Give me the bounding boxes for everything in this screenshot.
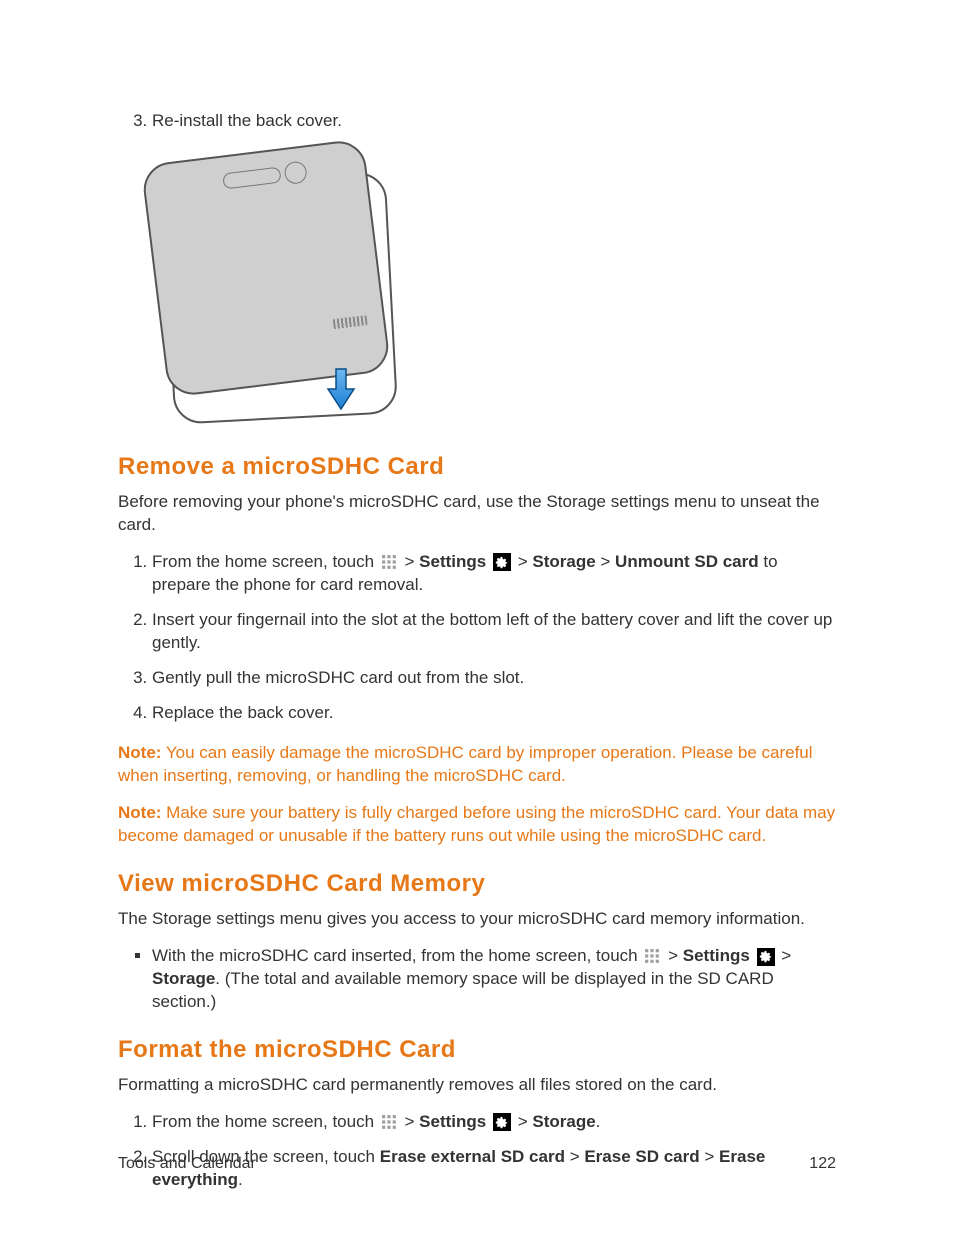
remove-steps-list: From the home screen, touch > Settings >… <box>118 551 836 725</box>
note-label: Note: <box>118 743 161 762</box>
text: > <box>405 552 420 571</box>
text: From the home screen, touch <box>152 1112 379 1131</box>
footer-page-number: 122 <box>809 1155 836 1173</box>
settings-icon <box>757 948 775 966</box>
paragraph: Before removing your phone's microSDHC c… <box>118 491 836 537</box>
list-item: With the microSDHC card inserted, from t… <box>152 945 836 1014</box>
paragraph: The Storage settings menu gives you acce… <box>118 908 836 931</box>
text-bold: Unmount SD card <box>615 552 759 571</box>
top-ordered-list: Re-install the back cover. <box>118 110 836 133</box>
note-text: Make sure your battery is fully charged … <box>118 803 835 845</box>
note-text: You can easily damage the microSDHC card… <box>118 743 813 785</box>
list-item: Re-install the back cover. <box>152 110 836 133</box>
cover-slot-icon <box>333 315 368 329</box>
text: . (The total and available memory space … <box>152 969 774 1011</box>
view-memory-list: With the microSDHC card inserted, from t… <box>118 945 836 1014</box>
apps-grid-icon <box>381 1114 398 1131</box>
apps-grid-icon <box>381 554 398 571</box>
footer-section-name: Tools and Calendar <box>118 1155 256 1173</box>
text-bold: Settings <box>419 1112 486 1131</box>
heading-remove-microsdhc: Remove a microSDHC Card <box>118 453 836 481</box>
format-steps-list: From the home screen, touch > Settings >… <box>118 1111 836 1192</box>
text: > <box>405 1112 420 1131</box>
list-item: Insert your fingernail into the slot at … <box>152 609 836 655</box>
paragraph: Formatting a microSDHC card permanently … <box>118 1074 836 1097</box>
page-footer: Tools and Calendar 122 <box>118 1155 836 1173</box>
heading-format-card: Format the microSDHC Card <box>118 1036 836 1064</box>
apps-grid-icon <box>644 948 661 965</box>
note-paragraph: Note: You can easily damage the microSDH… <box>118 742 836 788</box>
text: With the microSDHC card inserted, from t… <box>152 946 642 965</box>
text: From the home screen, touch <box>152 552 379 571</box>
note-label: Note: <box>118 803 161 822</box>
text: > <box>518 1112 533 1131</box>
list-item: From the home screen, touch > Settings >… <box>152 551 836 597</box>
note-paragraph: Note: Make sure your battery is fully ch… <box>118 802 836 848</box>
list-item: Gently pull the microSDHC card out from … <box>152 667 836 690</box>
text-bold: Storage <box>152 969 215 988</box>
text: > <box>518 552 533 571</box>
text: > <box>668 946 683 965</box>
settings-icon <box>493 1113 511 1131</box>
heading-view-memory: View microSDHC Card Memory <box>118 870 836 898</box>
text-bold: Storage <box>532 552 595 571</box>
phone-back-cover <box>141 138 392 398</box>
settings-icon <box>493 553 511 571</box>
text: . <box>596 1112 601 1131</box>
cover-camera-icon <box>283 160 308 185</box>
text: > <box>600 552 615 571</box>
list-item: Replace the back cover. <box>152 702 836 725</box>
text-bold: Settings <box>419 552 486 571</box>
cover-speaker-icon <box>222 167 282 190</box>
text: > <box>781 946 791 965</box>
text-bold: Settings <box>683 946 750 965</box>
text-bold: Storage <box>532 1112 595 1131</box>
list-item: From the home screen, touch > Settings >… <box>152 1111 836 1134</box>
phone-back-cover-illustration <box>148 151 408 431</box>
arrow-down-icon <box>324 367 358 413</box>
